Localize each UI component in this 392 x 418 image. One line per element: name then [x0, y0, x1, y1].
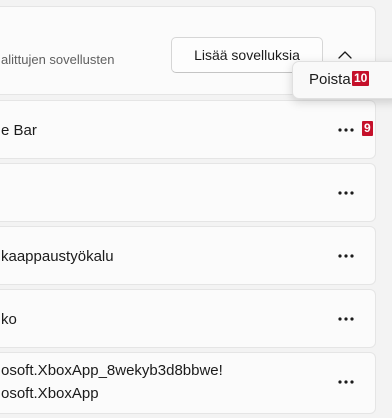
app-name: kaappaustyökalu — [1, 248, 114, 265]
remove-menu-item[interactable]: Poista — [309, 71, 351, 88]
more-horizontal-icon — [338, 128, 354, 132]
more-horizontal-icon — [338, 254, 354, 258]
app-name: osoft.XboxApp_8wekyb3d8bbwe! — [1, 362, 223, 379]
app-more-button[interactable] — [331, 118, 361, 142]
app-context-menu: Poista — [292, 61, 392, 99]
app-more-button[interactable] — [331, 370, 361, 394]
app-name: ko — [1, 311, 17, 328]
more-shortcut-badge: 9 — [362, 121, 373, 136]
app-more-button[interactable] — [331, 244, 361, 268]
app-row — [0, 163, 376, 222]
header-description: alittujen sovellusten — [1, 52, 115, 67]
app-more-button[interactable] — [331, 181, 361, 205]
more-horizontal-icon — [338, 317, 354, 321]
remove-shortcut-badge: 10 — [352, 71, 370, 86]
app-row: e Bar — [0, 100, 376, 159]
app-row: ko — [0, 289, 376, 348]
installed-apps-page: alittujen sovellusten Lisää sovelluksia … — [0, 0, 392, 418]
more-horizontal-icon — [338, 380, 354, 384]
app-row: kaappaustyökalu — [0, 226, 376, 285]
more-horizontal-icon — [338, 191, 354, 195]
app-id: osoft.XboxApp — [1, 385, 99, 402]
app-name: e Bar — [1, 122, 37, 139]
app-more-button[interactable] — [331, 307, 361, 331]
app-row: osoft.XboxApp_8wekyb3d8bbwe! osoft.XboxA… — [0, 352, 376, 414]
